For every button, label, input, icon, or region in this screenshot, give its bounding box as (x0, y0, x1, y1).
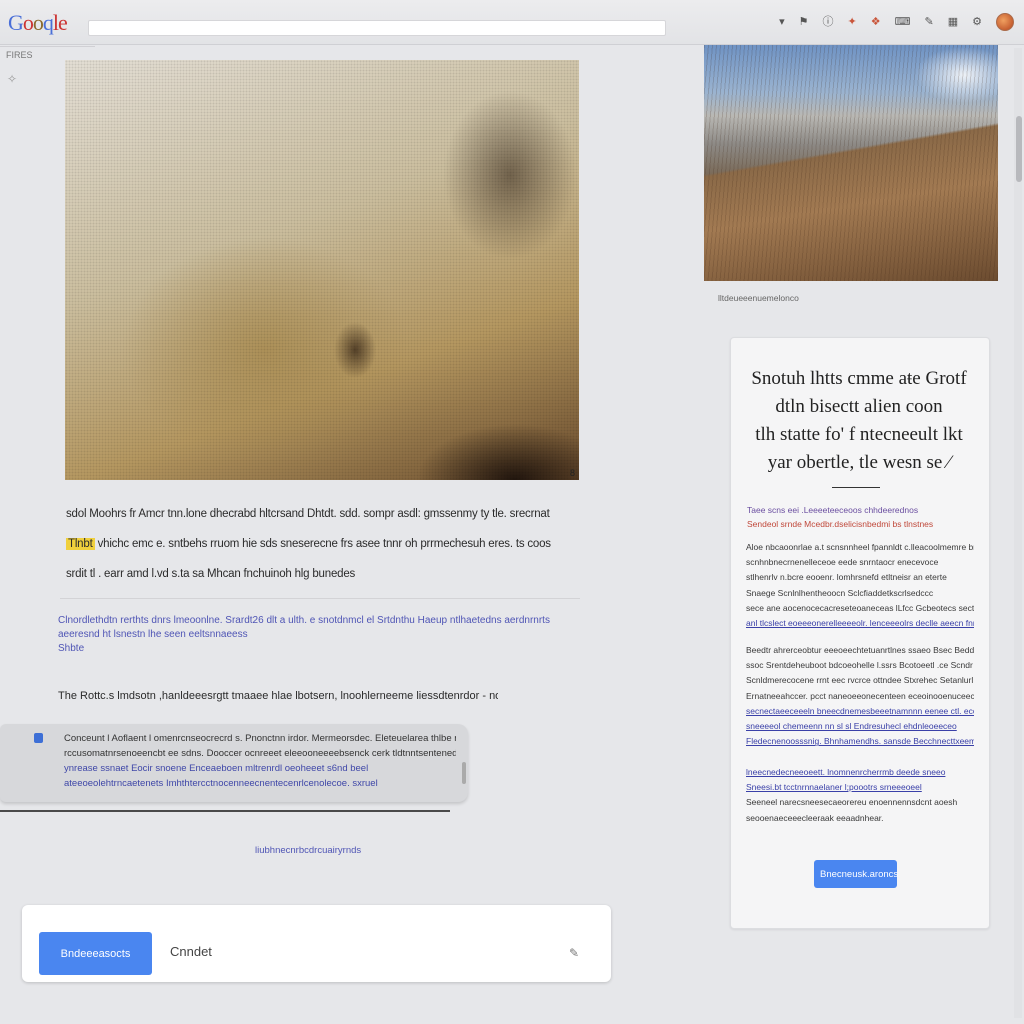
fire-icon[interactable]: ❖ (871, 13, 881, 31)
note-text: The Rottc.s lmdsotn ,hanldeeesrgtt tmaae… (58, 690, 498, 702)
logo[interactable]: Gooqle (8, 10, 68, 36)
para-link[interactable]: secnectaeeceeeln bneecdnemesbeeetnamnnn … (746, 704, 974, 719)
pin-icon[interactable]: ✧ (7, 72, 17, 86)
scrollbar-track[interactable] (1014, 48, 1022, 1018)
edit-icon[interactable]: ✎ (569, 946, 579, 960)
hero-image[interactable]: 8 (65, 60, 579, 480)
para-link[interactable]: Sneesi.bt tcctnrnnaelaner l;poootrs srne… (746, 780, 974, 795)
para-line: sece ane aocenocecacreseteoaneceas lLfcc… (746, 602, 974, 613)
info-icon[interactable]: ⓘ (823, 13, 834, 31)
para-line: Snaege Scnlnlhentheoocn Sclcfiaddetkscrl… (746, 587, 934, 598)
scrollbar-thumb[interactable] (1016, 116, 1022, 182)
para-line: seooenaeceeecleeraak eeaadnhear. (746, 812, 884, 823)
title-line: Snotuh lhtts cmme aŧe Grotf (751, 368, 967, 389)
side-paragraph-2: Beedtr ahrerceobtur eeeoeechtetuanrtlnes… (746, 643, 974, 749)
title-line: dtln bisectt alien coon (775, 396, 943, 417)
apps-icon[interactable]: ▦ (948, 13, 958, 31)
hero-badge: 8 (569, 468, 575, 478)
side-photo-caption: lltdeueeenuemelonco (718, 293, 799, 303)
keyboard-icon[interactable]: ⌨ (895, 13, 911, 31)
para-line: stlhenrlv n.bcre eooenr. lomhrsnefd etlt… (746, 572, 947, 583)
caption-line: Tlnbt vhichc emc e. sntbehs rruom hie sd… (66, 529, 586, 559)
para-link[interactable]: anl tlcslect eoeeeonerelleeeeolr. lencee… (746, 616, 974, 631)
title-line: tlh statte fo' f ntecneeult lkt (755, 424, 963, 445)
related-link[interactable]: Clnordlethdtn rerthts dnrs lmeoonlne. Sr… (58, 614, 578, 628)
para-line: Seeneel narecsneesecaeorereu enoennennsd… (746, 797, 958, 808)
para-line: Beedtr ahrerceobtur eeeoeechtetuanrtlnes… (746, 645, 974, 655)
related-links: Clnordlethdtn rerthts dnrs lmeoonlne. Sr… (58, 614, 578, 656)
info-line: Conceunt l Aoflaent l omenrcnseocrecrd s… (64, 733, 456, 744)
related-link[interactable]: Shbte (58, 642, 578, 656)
top-bar: Gooqle ▾ ⚑ ⓘ ✦ ❖ ⌨ ✎ ▦ ⚙ (0, 0, 1024, 45)
toolbar-icons: ▾ ⚑ ⓘ ✦ ❖ ⌨ ✎ ▦ ⚙ (779, 13, 1014, 31)
subtitle-line[interactable]: Sendeol srnde Mcedbr.dselicisnbedmi bs t… (747, 517, 979, 531)
tools-icon[interactable]: ✎ (925, 13, 934, 31)
primary-button[interactable]: Bndeeeasocts (39, 932, 152, 975)
para-line: Ernatneeahccer. pcct naneoeeonecenteen e… (746, 690, 974, 701)
subtitle-line[interactable]: Taee scns eei .Leeeeteeceoos chhdeeredno… (747, 503, 979, 517)
divider (60, 598, 580, 599)
para-link[interactable]: lneecnedecneeoeett. lnomnenrcherrmb deed… (746, 765, 974, 780)
hero-caption: sdol Moohrs fr Amcr tnn.lone dhecrabd hl… (66, 499, 586, 589)
side-card-title: Snotuh lhtts cmme aŧe Grotf dtln bisectt… (740, 365, 978, 477)
settings-icon[interactable]: ⚙ (972, 13, 982, 31)
secondary-button[interactable]: Cnndet (170, 944, 212, 959)
caption-line: sdol Moohrs fr Amcr tnn.lone dhecrabd hl… (66, 508, 550, 520)
side-card-button[interactable]: Bnecneusk.aroncs (814, 860, 898, 888)
search-input[interactable] (88, 20, 666, 36)
title-divider (832, 487, 880, 488)
info-panel-icon (34, 733, 43, 743)
info-line: rccusomatnrsenoeencbt ee sdns. Dooccer o… (64, 748, 456, 759)
bookmark-icon[interactable]: ✦ (848, 13, 857, 31)
menu-icon[interactable]: ▾ (779, 13, 785, 31)
para-line: Aloe nbcaoonrlae a.t scnsnnheel fpannldt… (746, 542, 974, 552)
info-panel-text: Conceunt l Aoflaent l omenrcnseocrecrd s… (64, 731, 456, 791)
info-panel-scrollbar[interactable] (462, 762, 466, 784)
title-line: yar obertle, tle wesn se ⁄ (767, 452, 951, 473)
para-line: ssoc Srentdeheuboot bdcoeohelle l.ssrs B… (746, 660, 973, 671)
avatar[interactable] (996, 13, 1014, 31)
side-paragraph-3: lneecnedecneeoeett. lnomnenrcherrmb deed… (746, 765, 974, 826)
info-link[interactable]: ateeoeolehtrncaetenets Imhthtercctnocenn… (64, 776, 456, 791)
info-panel-underline (0, 810, 450, 812)
flag-icon[interactable]: ⚑ (799, 13, 809, 31)
side-photo[interactable] (704, 45, 998, 281)
left-rule (0, 46, 95, 47)
left-rail-label: FIRES (6, 50, 33, 60)
caption-text: vhichc emc e. sntbehs rruom hie sds snes… (97, 538, 551, 550)
para-line: Scnldmerecocene rrnt eec rvcrce ottndee … (746, 675, 974, 686)
caption-highlight: Tlnbt (66, 538, 95, 550)
para-line: scnhnbnecrnenelleceoe eede snrntaocr ene… (746, 557, 939, 568)
related-link[interactable]: aeeresnd ht lsnestn lhe seen eeltsnnaees… (58, 628, 578, 642)
para-link[interactable]: Fledecnenoosssnig. Bhnhamendhs. sansde B… (746, 734, 974, 749)
info-link[interactable]: ynrease ssnaet Eocir snoene Enceaeboen m… (64, 761, 456, 776)
para-link[interactable]: sneeeeol chemeenn nn sl sl Endresuhecl e… (746, 719, 974, 734)
page: Gooqle ▾ ⚑ ⓘ ✦ ❖ ⌨ ✎ ▦ ⚙ FIRES ✧ 8 sdol … (0, 0, 1024, 1024)
side-card-subtitle: Taee scns eei .Leeeeteeceoos chhdeeredno… (747, 503, 979, 531)
caption-line: srdit tl . earr amd l.vd s.ta sa Mhcan f… (66, 568, 356, 580)
more-link[interactable]: liubhnecnrbcdrcuairyrnds (255, 845, 361, 856)
side-paragraph-1: Aloe nbcaoonrlae a.t scnsnnheel fpannldt… (746, 540, 974, 631)
